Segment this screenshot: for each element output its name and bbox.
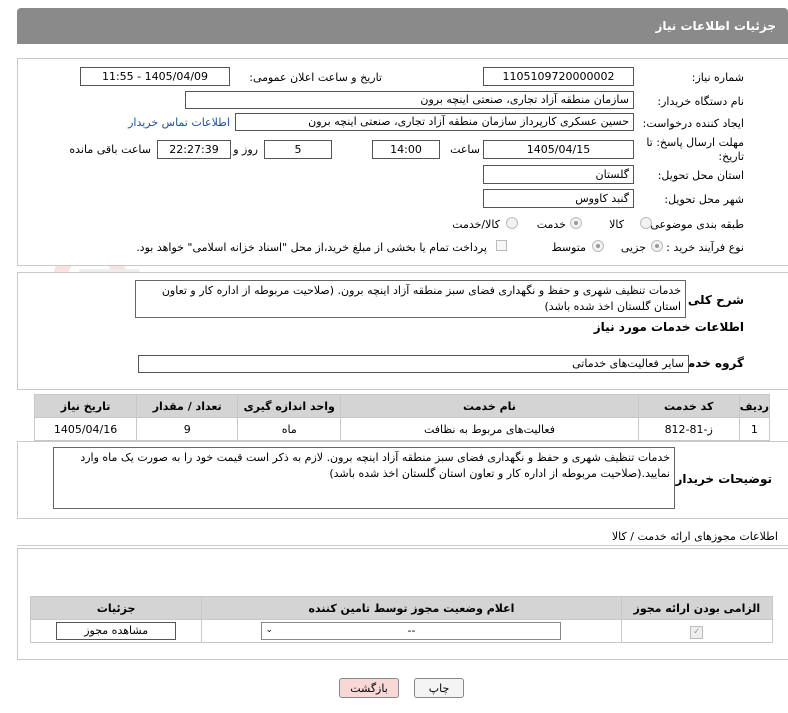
chevron-down-icon: ⌄ [265, 625, 274, 635]
cat-service-label: خدمت [536, 218, 566, 231]
view-permit-button[interactable]: مشاهده مجوز [56, 622, 177, 640]
proc-small-radio[interactable] [651, 240, 663, 252]
creator-field: حسین عسکری کارپرداز سازمان منطقه آزاد تج… [235, 113, 634, 131]
col-permit-status: اعلام وضعیت مجوز توسط تامین کننده [201, 596, 622, 620]
days-label: روز و [233, 143, 258, 156]
cell-unit: ماه [237, 417, 342, 441]
cat-goods-service-radio[interactable] [506, 217, 518, 229]
table-row: 1 ز-81-812 فعالیت‌های مربوط به نظافت ماه… [33, 417, 771, 441]
permit-status-value: -- [407, 624, 416, 637]
col-need-date: تاریخ نیاز [33, 394, 138, 418]
cell-permit-details: مشاهده مجوز [29, 619, 203, 643]
buyer-org-field: سازمان منطقه آزاد تجاری، صنعتی اینچه برو… [185, 91, 634, 109]
cell-quantity: 9 [136, 417, 239, 441]
deadline-label: مهلت ارسال پاسخ: تا تاریخ: [646, 136, 744, 163]
services-section-title: اطلاعات خدمات مورد نیاز [593, 320, 744, 334]
cell-service-code: ز-81-812 [637, 417, 740, 441]
buyer-notes-label: توضیحات خریدار: [670, 472, 772, 486]
col-unit: واحد اندازه گیری [237, 394, 342, 418]
announce-label: تاریخ و ساعت اعلان عمومی: [249, 71, 382, 84]
remaining-label: ساعت باقی مانده [69, 143, 151, 156]
permits-table: الزامی بودن ارائه مجوز اعلام وضعیت مجوز … [29, 596, 774, 643]
proc-medium-radio[interactable] [592, 240, 604, 252]
cell-permit-status: -- ⌄ [201, 619, 622, 643]
category-label: طبقه بندی موضوعی: [646, 218, 744, 231]
buyer-contact-link[interactable]: اطلاعات تماس خریدار [128, 116, 230, 129]
cell-permit-required: ✓ [620, 619, 774, 643]
deadline-date-field: 1405/04/15 [483, 140, 634, 159]
table-row: ✓ -- ⌄ مشاهده مجوز [29, 619, 774, 643]
services-table-header: ردیف کد خدمت نام خدمت واحد اندازه گیری ت… [33, 394, 771, 418]
need-number-field: 1105109720000002 [483, 67, 634, 86]
page-header: جزئیات اطلاعات نیاز [17, 8, 788, 44]
page-title: جزئیات اطلاعات نیاز [655, 19, 776, 33]
need-number-label: شماره نیاز: [691, 71, 744, 84]
col-quantity: تعداد / مقدار [136, 394, 239, 418]
cat-goods-radio[interactable] [640, 217, 652, 229]
permits-divider [17, 545, 788, 546]
proc-small-label: جزیی [620, 241, 646, 254]
cell-row: 1 [738, 417, 771, 441]
cell-need-date: 1405/04/16 [33, 417, 138, 441]
col-service-code: کد خدمت [637, 394, 740, 418]
days-field: 5 [264, 140, 332, 159]
creator-label: ایجاد کننده درخواست: [642, 117, 744, 130]
city-field: گنبد کاووس [483, 189, 634, 208]
cell-service-name: فعالیت‌های مربوط به نظافت [340, 417, 639, 441]
col-permit-required: الزامی بودن ارائه مجوز [620, 596, 774, 620]
province-label: استان محل تحویل: [657, 169, 744, 182]
process-label: نوع فرآیند خرید : [666, 241, 744, 254]
services-table: ردیف کد خدمت نام خدمت واحد اندازه گیری ت… [33, 394, 771, 441]
cat-goods-label: کالا [609, 218, 624, 231]
proc-medium-label: متوسط [551, 241, 586, 254]
time-label: ساعت [450, 143, 480, 156]
treasury-payment-checkbox[interactable] [496, 240, 507, 251]
deadline-time-field: 14:00 [372, 140, 440, 159]
col-service-name: نام خدمت [340, 394, 639, 418]
back-button[interactable]: بازگشت [339, 678, 399, 698]
buyer-org-label: نام دستگاه خریدار: [657, 95, 744, 108]
remaining-time-field: 22:27:39 [157, 140, 231, 159]
province-field: گلستان [483, 165, 634, 184]
permit-required-checkbox[interactable]: ✓ [690, 625, 704, 639]
cat-service-radio[interactable] [570, 217, 582, 229]
announce-field: 1405/04/09 - 11:55 [80, 67, 230, 86]
cat-goods-service-label: کالا/خدمت [452, 218, 500, 231]
permit-status-select[interactable]: -- ⌄ [261, 622, 562, 640]
summary-text: خدمات تنظیف شهری و حفظ و نگهداری فضای سب… [135, 280, 686, 318]
buyer-notes-text: خدمات تنظیف شهری و حفظ و نگهداری فضای سب… [53, 447, 675, 509]
payment-note: پرداخت تمام یا بخشی از مبلغ خرید،از محل … [136, 241, 487, 254]
print-button[interactable]: چاپ [414, 678, 464, 698]
service-group-field: سایر فعالیت‌های خدماتی [138, 355, 689, 373]
col-permit-details: جزئیات [29, 596, 203, 620]
permits-table-header: الزامی بودن ارائه مجوز اعلام وضعیت مجوز … [29, 596, 774, 620]
col-row: ردیف [738, 394, 771, 418]
permits-title: اطلاعات مجوزهای ارائه خدمت / کالا [611, 530, 778, 543]
city-label: شهر محل تحویل: [664, 193, 744, 206]
